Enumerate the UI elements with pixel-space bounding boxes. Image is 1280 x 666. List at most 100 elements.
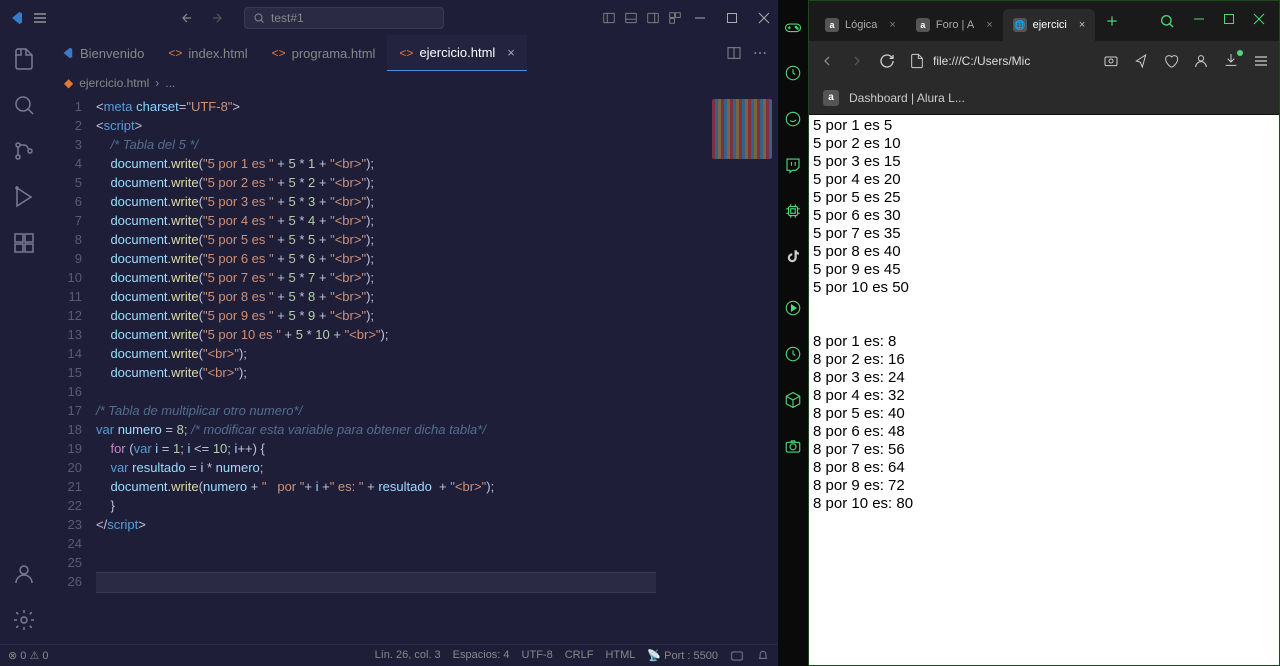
breadcrumb-file: ejercicio.html <box>79 76 149 90</box>
panel-left-icon[interactable] <box>602 11 616 25</box>
output-line: 8 por 2 es: 16 <box>813 351 1275 369</box>
breadcrumb[interactable]: ◆ ejercicio.html › ... <box>48 71 778 95</box>
maximize-icon[interactable] <box>726 12 738 24</box>
browser-menu-icon[interactable] <box>1253 53 1269 69</box>
tab-ejercicio.html[interactable]: <>ejercicio.html× <box>387 35 526 71</box>
more-icon[interactable] <box>752 45 768 61</box>
browser-forward-icon[interactable] <box>849 53 865 69</box>
output-line: 5 por 6 es 30 <box>813 207 1275 225</box>
status-encoding[interactable]: UTF-8 <box>522 649 553 663</box>
output-line: 8 por 3 es: 24 <box>813 369 1275 387</box>
screenshot-icon[interactable] <box>1103 53 1119 69</box>
fav-site-icon[interactable]: a <box>823 90 839 106</box>
extensions-icon[interactable] <box>12 231 36 255</box>
split-editor-icon[interactable] <box>726 45 742 61</box>
status-lncol[interactable]: Lín. 26, col. 3 <box>375 649 441 663</box>
account-icon[interactable] <box>12 562 36 586</box>
browser-back-icon[interactable] <box>819 53 835 69</box>
title-bar: test#1 <box>0 0 778 35</box>
camera-icon[interactable] <box>784 437 802 455</box>
browser-search-icon[interactable] <box>1159 13 1175 29</box>
search-side-icon[interactable] <box>12 93 36 117</box>
status-spaces[interactable]: Espacios: 4 <box>453 649 510 663</box>
bell-icon[interactable] <box>756 649 770 663</box>
vscode-logo-icon <box>8 10 24 26</box>
browser-minimize-icon[interactable] <box>1193 13 1205 25</box>
heart-icon[interactable] <box>1163 53 1179 69</box>
tab-bienvenido[interactable]: Bienvenido <box>48 35 156 71</box>
search-box[interactable]: test#1 <box>244 7 444 29</box>
browser-toolbar: file:///C:/Users/Mic <box>809 41 1279 81</box>
status-lang[interactable]: HTML <box>605 649 635 663</box>
output-line: 5 por 9 es 45 <box>813 261 1275 279</box>
cube-icon[interactable] <box>784 391 802 409</box>
menu-icon[interactable] <box>32 10 48 26</box>
address-text: file:///C:/Users/Mic <box>933 54 1030 68</box>
clock-icon[interactable] <box>784 64 802 82</box>
panel-bottom-icon[interactable] <box>624 11 638 25</box>
output-line: 8 por 10 es: 80 <box>813 495 1275 513</box>
gear-icon[interactable] <box>12 608 36 632</box>
status-errors[interactable]: ⊗ 0 ⚠ 0 <box>8 649 49 662</box>
output-line: 8 por 6 es: 48 <box>813 423 1275 441</box>
output-line: 8 por 9 es: 72 <box>813 477 1275 495</box>
panel-right-icon[interactable] <box>646 11 660 25</box>
browser-tab-ejercici[interactable]: 🌐ejercici× <box>1003 9 1096 41</box>
browser-close-icon[interactable] <box>1253 13 1265 25</box>
browser-tab-lógica[interactable]: aLógica× <box>815 9 906 41</box>
nav-arrows <box>180 11 224 25</box>
close-tab-icon[interactable]: × <box>507 45 515 60</box>
debug-icon[interactable] <box>12 185 36 209</box>
status-port[interactable]: 📡 Port : 5500 <box>647 649 718 663</box>
browser-window: aLógica×aForo | A×🌐ejercici× file:///C:/… <box>808 0 1280 666</box>
breadcrumb-more: ... <box>165 76 175 90</box>
status-bar: ⊗ 0 ⚠ 0 Lín. 26, col. 3 Espacios: 4 UTF-… <box>0 644 778 666</box>
code-editor[interactable]: 1234567891011121314151617181920212223242… <box>48 95 778 644</box>
tab-programa.html[interactable]: <>programa.html <box>260 35 388 71</box>
activity-bar <box>0 35 48 644</box>
output-line: 8 por 7 es: 56 <box>813 441 1275 459</box>
output-line: 5 por 2 es 10 <box>813 135 1275 153</box>
search-icon <box>253 12 265 24</box>
output-line: 8 por 5 es: 40 <box>813 405 1275 423</box>
chip-icon[interactable] <box>784 202 802 220</box>
back-icon[interactable] <box>180 11 194 25</box>
address-bar[interactable]: file:///C:/Users/Mic <box>909 53 1089 69</box>
whatsapp-icon[interactable] <box>784 110 802 128</box>
fav-title[interactable]: Dashboard | Alura L... <box>849 91 965 105</box>
app-side-strip <box>778 0 808 666</box>
browser-tab-foro | a[interactable]: aForo | A× <box>906 9 1003 41</box>
file-icon <box>909 53 925 69</box>
tab-index.html[interactable]: <>index.html <box>156 35 259 71</box>
tab-row: Bienvenido<>index.html<>programa.html<>e… <box>48 35 778 71</box>
close-icon[interactable] <box>758 12 770 24</box>
search-text: test#1 <box>271 11 304 25</box>
output-line: 5 por 7 es 35 <box>813 225 1275 243</box>
status-eol[interactable]: CRLF <box>565 649 594 663</box>
play-circle-icon[interactable] <box>784 299 802 317</box>
output-line: 5 por 5 es 25 <box>813 189 1275 207</box>
new-tab-icon[interactable] <box>1105 14 1119 28</box>
twitch-icon[interactable] <box>784 156 802 174</box>
feedback-icon[interactable] <box>730 649 744 663</box>
clock2-icon[interactable] <box>784 345 802 363</box>
profile-icon[interactable] <box>1193 53 1209 69</box>
browser-refresh-icon[interactable] <box>879 53 895 69</box>
window-controls <box>694 12 770 24</box>
minimap[interactable] <box>712 99 772 159</box>
git-icon[interactable] <box>12 139 36 163</box>
favorites-bar: a Dashboard | Alura L... <box>809 81 1279 115</box>
output-line: 8 por 1 es: 8 <box>813 333 1275 351</box>
download-icon[interactable] <box>1223 52 1239 71</box>
output-line <box>813 297 1275 315</box>
browser-maximize-icon[interactable] <box>1223 13 1235 25</box>
minimize-icon[interactable] <box>694 12 706 24</box>
layout-grid-icon[interactable] <box>668 11 682 25</box>
output-line: 5 por 10 es 50 <box>813 279 1275 297</box>
gamepad-icon[interactable] <box>784 18 802 36</box>
tiktok-icon[interactable] <box>784 248 802 266</box>
explorer-icon[interactable] <box>12 47 36 71</box>
forward-icon[interactable] <box>210 11 224 25</box>
browser-tab-bar: aLógica×aForo | A×🌐ejercici× <box>809 1 1279 41</box>
share-icon[interactable] <box>1133 53 1149 69</box>
